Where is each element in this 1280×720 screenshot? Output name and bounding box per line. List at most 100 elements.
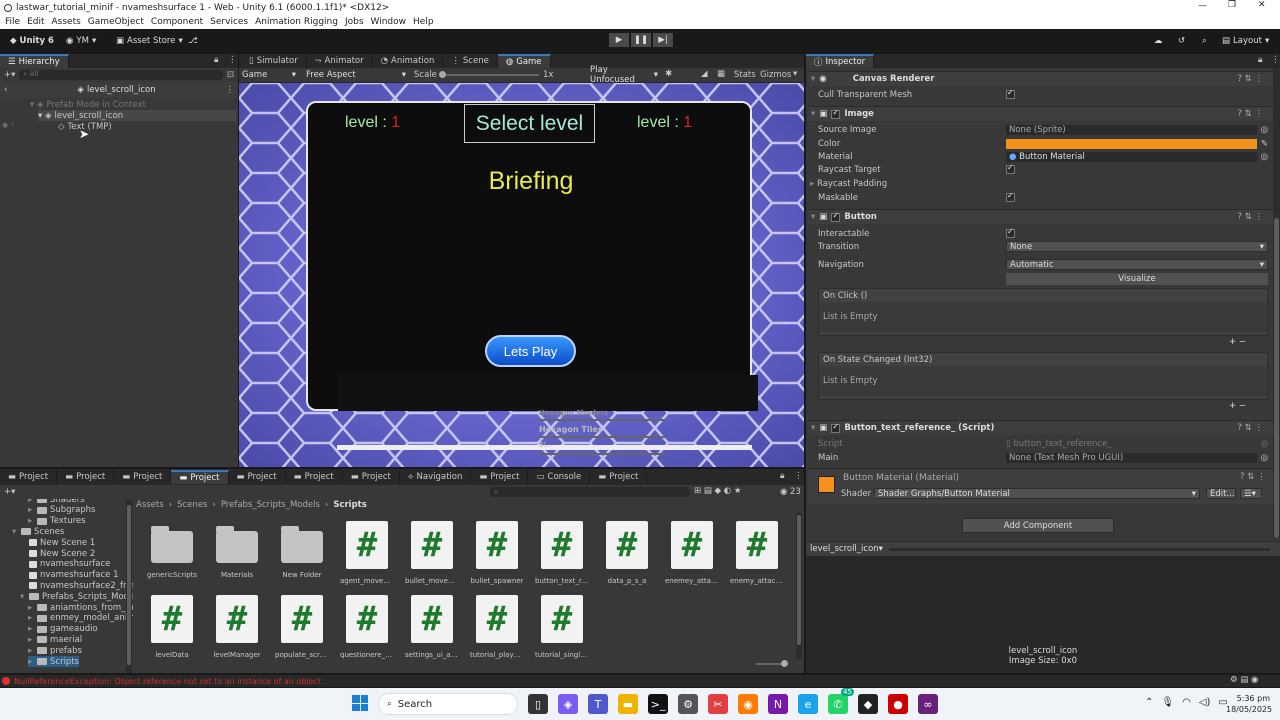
lets-play-button[interactable]: Lets Play <box>485 335 576 367</box>
shader-edit-button[interactable]: Edit... <box>1206 488 1236 499</box>
expand-arrow-icon[interactable]: ▸ <box>28 505 34 515</box>
add-icon[interactable]: +▾ <box>4 70 15 80</box>
project-tree-item[interactable]: ▾ Prefabs_Scripts_Mode <box>20 591 133 602</box>
tab-simulator[interactable]: ▯ Simulator <box>241 54 307 68</box>
breadcrumb-prefabs[interactable]: Prefabs_Scripts_Models <box>221 500 320 510</box>
maskable-checkbox[interactable] <box>1006 191 1015 202</box>
breadcrumb-assets[interactable]: Assets <box>136 500 164 510</box>
maximize-button[interactable]: ❐ <box>1228 0 1236 10</box>
object-picker-icon[interactable]: ◎ <box>1261 453 1268 463</box>
copilot-icon[interactable]: ◈ <box>558 694 578 714</box>
microphone-icon[interactable]: 🎙︎ <box>1161 697 1174 708</box>
shader-dropdown[interactable]: Shader Graphs/Button Material ▾ <box>874 488 1200 499</box>
project-tree-item[interactable]: ▸ aniamtions_from_m <box>28 602 133 613</box>
add-icon[interactable]: +▾ <box>4 487 15 497</box>
windows-start-icon[interactable] <box>352 695 368 711</box>
project-script-file[interactable]: # button_text_ref... <box>535 521 589 585</box>
chevron-down-icon[interactable]: ▾ <box>793 69 797 79</box>
eye-slash-icon[interactable]: ◉ <box>780 487 787 497</box>
unity-hub-icon[interactable]: ◆ <box>858 694 878 714</box>
source-image-field[interactable]: None (Sprite) <box>1006 124 1257 135</box>
expand-arrow-icon[interactable]: ▸ <box>28 657 34 667</box>
back-arrow-icon[interactable]: ‹ <box>4 85 7 95</box>
stats-button[interactable]: Stats <box>734 70 756 80</box>
grid-icon[interactable]: ▦ <box>717 69 725 79</box>
menu-help[interactable]: Help <box>413 17 434 27</box>
tab-hierarchy[interactable]: ☰ Hierarchy <box>0 54 69 68</box>
script-header[interactable]: ▾▣ Button_text_reference_ (Script) ? ⇅ ⋮ <box>808 420 1273 435</box>
expand-arrow-icon[interactable]: ▾ <box>12 527 18 537</box>
inspector-scrollbar[interactable] <box>1273 68 1280 538</box>
step-button[interactable]: ▶| <box>653 33 673 47</box>
object-picker-icon[interactable]: ◎ <box>1261 125 1268 135</box>
lock-icon[interactable]: 🔒︎ <box>214 55 219 65</box>
project-script-file[interactable]: # questionere_data <box>340 595 394 659</box>
tab-animator[interactable]: ⤳ Animator <box>307 54 373 68</box>
raycast-padding-row[interactable]: ▸ Raycast Padding <box>810 177 1268 190</box>
terminal-icon[interactable]: >_ <box>648 694 668 714</box>
add-event-button[interactable]: + − <box>1229 401 1246 411</box>
scale-slider-handle[interactable] <box>439 71 446 78</box>
status-icons[interactable]: ⚙ ▤ ◉ <box>1230 675 1258 685</box>
visual-studio-icon[interactable]: ∞ <box>918 694 938 714</box>
hierarchy-item-context[interactable]: ▾ ◈ Prefab Mode in Context <box>30 99 146 110</box>
project-script-file[interactable]: # data_p_s_a <box>600 521 654 585</box>
gizmos-button[interactable]: Gizmos <box>760 70 791 80</box>
component-menu-icons[interactable]: ? ⇅ ⋮ <box>1237 74 1263 84</box>
visualize-button[interactable]: Visualize <box>1006 273 1268 285</box>
asset-store-button[interactable]: ▣ Asset Store ▾ <box>110 33 189 49</box>
preview-header[interactable]: level_scroll_icon ▾ <box>806 541 1280 556</box>
tab-console[interactable]: ▭ Console <box>528 470 591 484</box>
canvas-renderer-header[interactable]: ▾ ◉ Canvas Renderer ? ⇅ ⋮ <box>808 71 1273 86</box>
task-view-icon[interactable]: ▯ <box>528 694 548 714</box>
clock[interactable]: 5:36 pm 18/05/2025 <box>1226 693 1272 715</box>
project-search-input[interactable]: ⌕ <box>490 487 690 497</box>
tab-inspector[interactable]: ⓘ Inspector <box>806 54 875 68</box>
play-button[interactable]: ▶ <box>609 33 629 47</box>
kebab-menu-icon[interactable]: ⋮ <box>226 85 235 95</box>
menu-services[interactable]: Services <box>210 17 248 27</box>
bug-icon[interactable]: ✱ <box>665 69 672 79</box>
tree-scrollbar[interactable] <box>126 499 132 673</box>
eyedropper-icon[interactable]: ✎ <box>1261 139 1268 149</box>
menu-edit[interactable]: Edit <box>27 17 44 27</box>
menu-file[interactable]: File <box>5 17 20 27</box>
project-folder[interactable]: genericScripts <box>145 521 199 579</box>
tab-project-7[interactable]: ▬ Project <box>343 470 400 484</box>
visibility-eye-icon[interactable]: ◉ ☝ <box>2 121 15 129</box>
project-script-file[interactable]: # agent_movement <box>340 521 394 585</box>
project-tree-item[interactable]: ▸ prefabs <box>28 645 82 656</box>
project-tree-item[interactable]: nvameshsurface2_frie <box>20 580 133 591</box>
expand-arrow-icon[interactable]: ▸ <box>28 603 34 613</box>
main-field[interactable]: None (Text Mesh Pro UGUI) <box>1006 452 1257 463</box>
expand-arrow-icon[interactable]: ▸ <box>28 646 34 656</box>
project-script-file[interactable]: # levelData <box>145 595 199 659</box>
image-enabled-checkbox[interactable] <box>831 108 841 119</box>
search-icon[interactable]: ⌕ <box>1196 33 1213 49</box>
tab-project-1[interactable]: ▬ Project <box>0 470 58 484</box>
project-tree-item[interactable]: New Scene 1 <box>20 537 95 548</box>
teams-icon[interactable]: T <box>588 694 608 714</box>
firefox-icon[interactable]: ◉ <box>738 694 758 714</box>
lock-icon[interactable]: 🔒︎ <box>1258 55 1263 65</box>
project-tree-item[interactable]: New Scene 2 <box>20 548 95 559</box>
screen-recorder-icon[interactable]: ● <box>888 694 908 714</box>
tree-scrollbar-thumb[interactable] <box>127 505 131 665</box>
kebab-menu-icon[interactable]: ⋮ <box>1271 55 1280 65</box>
toolbar-icons[interactable]: ⊞ ▤ ◆ ◐ ★ <box>694 486 742 496</box>
breadcrumb-scenes[interactable]: Scenes <box>177 500 207 510</box>
button-enabled-checkbox[interactable] <box>831 211 841 222</box>
minimize-button[interactable]: — <box>1198 1 1207 11</box>
project-script-file[interactable]: # settings_ui_adj... <box>405 595 459 659</box>
image-header[interactable]: ▾▣ Image ? ⇅ ⋮ <box>808 106 1273 121</box>
project-tree-item[interactable]: ▸ Scripts <box>28 656 80 667</box>
layout-dropdown[interactable]: ▤ Layout ▾ <box>1216 33 1275 49</box>
inspector-scrollbar-thumb[interactable] <box>1274 218 1279 538</box>
tab-animation[interactable]: ◔ Animation <box>373 54 444 68</box>
tab-project-8[interactable]: ▬ Project <box>471 470 529 484</box>
component-menu-icons[interactable]: ? ⇅ ⋮ <box>1237 423 1263 433</box>
files-scrollbar[interactable] <box>796 513 802 659</box>
play-mode-dropdown[interactable]: Play Unfocused ▾ <box>587 65 661 85</box>
settings-icon[interactable]: ⚙ <box>678 694 698 714</box>
material-field[interactable]: ● Button Material <box>1006 151 1257 162</box>
